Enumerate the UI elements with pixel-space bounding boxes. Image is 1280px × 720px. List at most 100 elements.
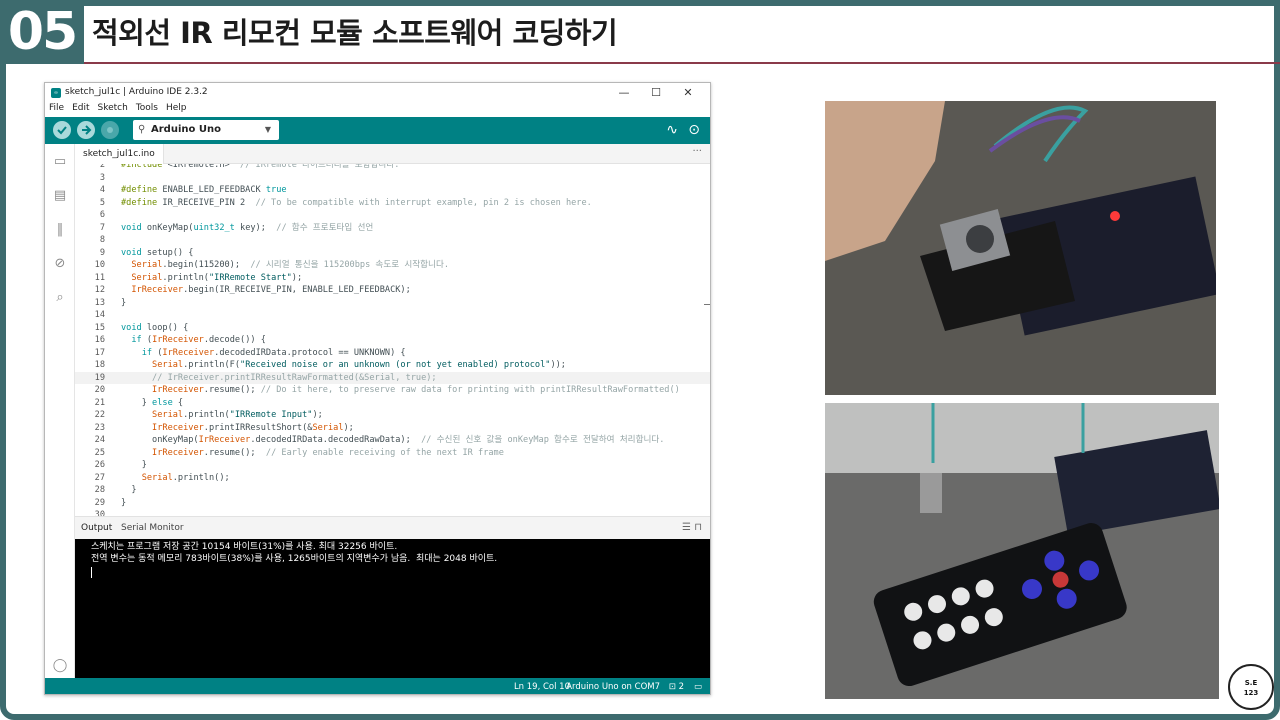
line-number: 18 xyxy=(94,360,105,370)
code-text: Serial.begin(115200); // 시리얼 통신을 115200b… xyxy=(131,260,450,270)
minimize-button[interactable]: — xyxy=(608,84,640,102)
title-rule xyxy=(84,62,1280,64)
code-line[interactable]: 5 #define IR_RECEIVE_PIN 2 // To be compa… xyxy=(75,197,710,210)
menu-file[interactable]: File xyxy=(49,103,64,117)
more-icon[interactable]: ··· xyxy=(692,146,702,157)
search-icon[interactable]: ⌕ xyxy=(52,290,68,306)
code-line[interactable]: 28 } xyxy=(75,484,710,497)
serial-plotter-icon[interactable]: ∿ xyxy=(666,122,678,138)
code-line[interactable]: 6 xyxy=(75,209,710,222)
editor-tabbar: sketch_jul1c.ino ··· xyxy=(75,144,710,164)
code-line[interactable]: 3 xyxy=(75,172,710,185)
line-number: 29 xyxy=(94,497,105,508)
line-number: 25 xyxy=(94,447,105,458)
code-editor[interactable]: 2 #include <IRremote.h> // IRremote 라이브러리… xyxy=(75,164,710,516)
code-line[interactable]: 26 } xyxy=(75,459,710,472)
verify-button[interactable] xyxy=(53,121,71,139)
line-number: 16 xyxy=(94,335,105,345)
arrow-right-icon xyxy=(82,125,92,135)
output-actions: ☰ ⊓ xyxy=(682,522,702,533)
board-selector[interactable]: ⚲ Arduino Uno ▼ xyxy=(133,120,279,140)
close-button[interactable]: ✕ xyxy=(672,84,704,102)
code-line[interactable]: 9 void setup() { xyxy=(75,247,710,260)
serial-monitor-icon[interactable]: ⊙ xyxy=(688,122,700,138)
library-icon[interactable]: ‖ xyxy=(52,222,68,238)
window-title: sketch_jul1c | Arduino IDE 2.3.2 xyxy=(65,87,208,97)
menu-tools[interactable]: Tools xyxy=(136,103,158,117)
line-number: 27 xyxy=(94,472,105,483)
slide-header: 05 적외선 IR 리모컨 모듈 소프트웨어 코딩하기 xyxy=(0,0,1280,64)
arduino-app-icon: ∞ xyxy=(51,88,61,98)
code-line[interactable]: 8 xyxy=(75,234,710,247)
cursor-position[interactable]: Ln 19, Col 10 xyxy=(514,678,570,694)
code-line[interactable]: 25 IrReceiver.resume(); // Early enable … xyxy=(75,447,710,460)
code-line[interactable]: 22 Serial.println("IRRemote Input"); xyxy=(75,409,710,422)
line-number: 20 xyxy=(94,385,105,395)
folder-icon[interactable]: ▭ xyxy=(52,154,68,170)
code-line[interactable]: 11 Serial.println("IRRemote Start"); xyxy=(75,272,710,285)
code-line[interactable]: 30 xyxy=(75,509,710,516)
board-name: Arduino Uno xyxy=(151,124,221,135)
code-text: IrReceiver.resume(); // Early enable rec… xyxy=(152,447,504,458)
tab-sketch[interactable]: sketch_jul1c.ino xyxy=(75,144,164,164)
code-line[interactable]: 24 onKeyMap(IrReceiver.decodedIRData.dec… xyxy=(75,434,710,447)
steamedu-logo: S.E 123 xyxy=(1228,664,1274,710)
clear-output-icon[interactable]: ☰ xyxy=(682,522,691,533)
code-line[interactable]: 17 if (IrReceiver.decodedIRData.protocol… xyxy=(75,347,710,360)
code-line[interactable]: 21 } else { xyxy=(75,397,710,410)
debug-button[interactable] xyxy=(101,121,119,139)
code-line[interactable]: 27 Serial.println(); xyxy=(75,472,710,485)
profile-icon[interactable]: ◯ xyxy=(52,658,68,674)
code-line[interactable]: 2 #include <IRremote.h> // IRremote 라이브러리… xyxy=(75,164,710,172)
code-text: Serial.println("IRRemote Start"); xyxy=(131,272,303,283)
usb-icon: ⚲ xyxy=(138,124,146,135)
code-line[interactable]: 15 void loop() { xyxy=(75,322,710,335)
line-number: 2 xyxy=(99,164,105,170)
line-number: 11 xyxy=(94,272,105,283)
code-line[interactable]: 18 Serial.println(F("Received noise or a… xyxy=(75,359,710,372)
menu-help[interactable]: Help xyxy=(166,103,187,117)
line-number: 8 xyxy=(99,235,105,245)
line-number: 7 xyxy=(99,222,105,233)
line-number: 19 xyxy=(94,372,105,383)
code-line[interactable]: 13} xyxy=(75,297,710,310)
line-number: 21 xyxy=(94,397,105,408)
code-text: Serial.println("IRRemote Input"); xyxy=(152,410,323,420)
line-number: 14 xyxy=(94,310,105,320)
code-line[interactable]: 12 IrReceiver.begin(IR_RECEIVE_PIN, ENAB… xyxy=(75,284,710,297)
left-sidebar: ▭ ▤ ‖ ⊘ ⌕ ◯ xyxy=(45,144,75,678)
code-line[interactable]: 19 // IrReceiver.printIRResultRawFormatt… xyxy=(75,371,710,384)
line-number: 15 xyxy=(94,322,105,333)
notification-badge: 2 xyxy=(678,682,684,692)
code-text: if (IrReceiver.decodedIRData.protocol ==… xyxy=(141,347,406,358)
code-text: Serial.println(F("Received noise or an u… xyxy=(152,360,566,370)
toolbar: ⚲ Arduino Uno ▼ ∿ ⊙ xyxy=(45,117,710,144)
toggle-output-icon[interactable]: ▭ xyxy=(694,678,702,694)
menu-edit[interactable]: Edit xyxy=(72,103,89,117)
code-line[interactable]: 14 xyxy=(75,309,710,322)
debug-panel-icon[interactable]: ⊘ xyxy=(52,256,68,272)
board-manager-icon[interactable]: ▤ xyxy=(52,188,68,204)
notification-count[interactable]: ⊡ 2 xyxy=(669,678,684,694)
code-text: } else { xyxy=(121,397,184,408)
tab-output[interactable]: Output xyxy=(81,523,112,533)
code-line[interactable]: 4 #define ENABLE_LED_FEEDBACK true xyxy=(75,184,710,197)
code-line[interactable]: 20 IrReceiver.resume(); // Do it here, t… xyxy=(75,384,710,397)
console-line: 전역 변수는 동적 메모리 783바이트(38%)를 사용, 1265바이트의 … xyxy=(91,554,498,564)
menu-sketch[interactable]: Sketch xyxy=(98,103,128,117)
code-line[interactable]: 23 IrReceiver.printIRResultShort(&Serial… xyxy=(75,422,710,435)
board-port[interactable]: Arduino Uno on COM7 xyxy=(566,678,660,694)
code-text: } xyxy=(121,485,137,495)
output-console[interactable]: 스케치는 프로그램 저장 공간 10154 바이트(31%)를 사용. 최대 3… xyxy=(75,539,710,678)
tab-serial-monitor[interactable]: Serial Monitor xyxy=(121,523,184,533)
line-number: 13 xyxy=(94,297,105,308)
line-number: 26 xyxy=(94,460,105,470)
code-line[interactable]: 7 void onKeyMap(uint32_t key); // 함수 프로토타… xyxy=(75,222,710,235)
code-line[interactable]: 29} xyxy=(75,497,710,510)
code-line[interactable]: 16 if (IrReceiver.decode()) { xyxy=(75,334,710,347)
maximize-button[interactable]: ☐ xyxy=(640,84,672,102)
upload-button[interactable] xyxy=(77,121,95,139)
code-line[interactable]: 10 Serial.begin(115200); // 시리얼 통신을 1152… xyxy=(75,259,710,272)
lock-icon[interactable]: ⊓ xyxy=(694,522,702,533)
line-number: 5 xyxy=(99,197,105,208)
